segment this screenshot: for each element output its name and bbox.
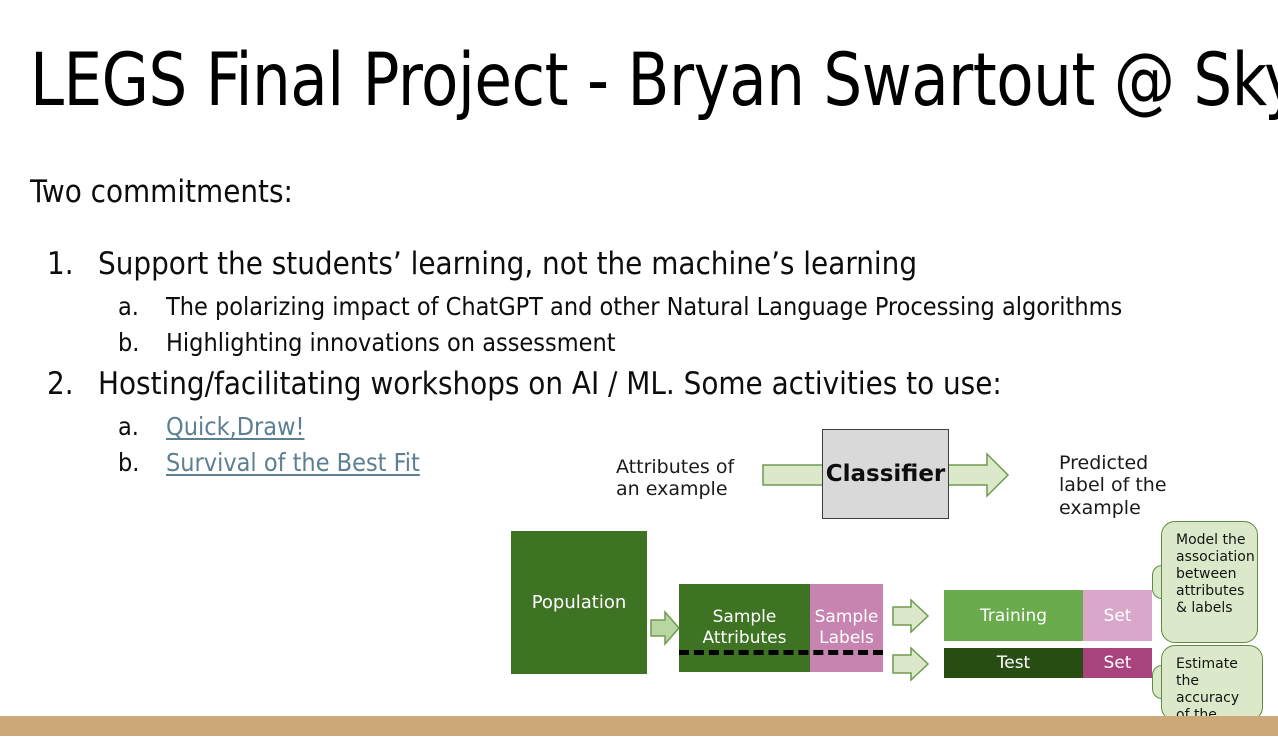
sample-labels-line1: Sample — [814, 607, 879, 628]
sample-labels-line2: Labels — [819, 628, 874, 648]
arrow-sample-to-test — [892, 646, 930, 682]
test-box: Test — [944, 648, 1083, 678]
attributes-label-line2: an example — [616, 478, 728, 501]
callout-model-association: Model the association between attributes… — [1161, 521, 1258, 643]
arrow-population-to-sample — [650, 610, 680, 646]
predicted-label-line1: Predicted — [1059, 452, 1149, 474]
predicted-label: Predicted label of the example — [1059, 452, 1167, 519]
arrow-out-of-classifier — [947, 452, 1010, 498]
population-box: Population — [511, 531, 647, 674]
training-box: Training — [944, 590, 1083, 641]
sample-attributes-box: Sample Attributes — [679, 584, 810, 672]
attributes-label-line1: Attributes of — [616, 456, 735, 478]
sample-labels-box: Sample Labels — [810, 584, 883, 672]
predicted-label-line3: example — [1059, 496, 1141, 519]
sample-attributes-line1: Sample — [712, 607, 777, 628]
callout-estimate-accuracy: Estimate the accuracy of the classifier — [1161, 645, 1263, 740]
training-set-box: Set — [1083, 590, 1152, 641]
attributes-label: Attributes of an example — [616, 456, 734, 501]
predicted-label-line2: label of the — [1059, 474, 1167, 497]
ml-workflow-diagram: Attributes of an example Classifier Pred… — [0, 0, 1278, 740]
arrow-sample-to-training — [892, 598, 930, 634]
sample-split-dashed-line — [679, 650, 883, 655]
classifier-box: Classifier — [822, 429, 949, 519]
test-set-box: Set — [1083, 648, 1152, 678]
sample-attributes-line2: Attributes — [702, 628, 787, 648]
arrow-into-classifier — [762, 464, 825, 486]
bottom-accent-bar — [0, 716, 1278, 736]
